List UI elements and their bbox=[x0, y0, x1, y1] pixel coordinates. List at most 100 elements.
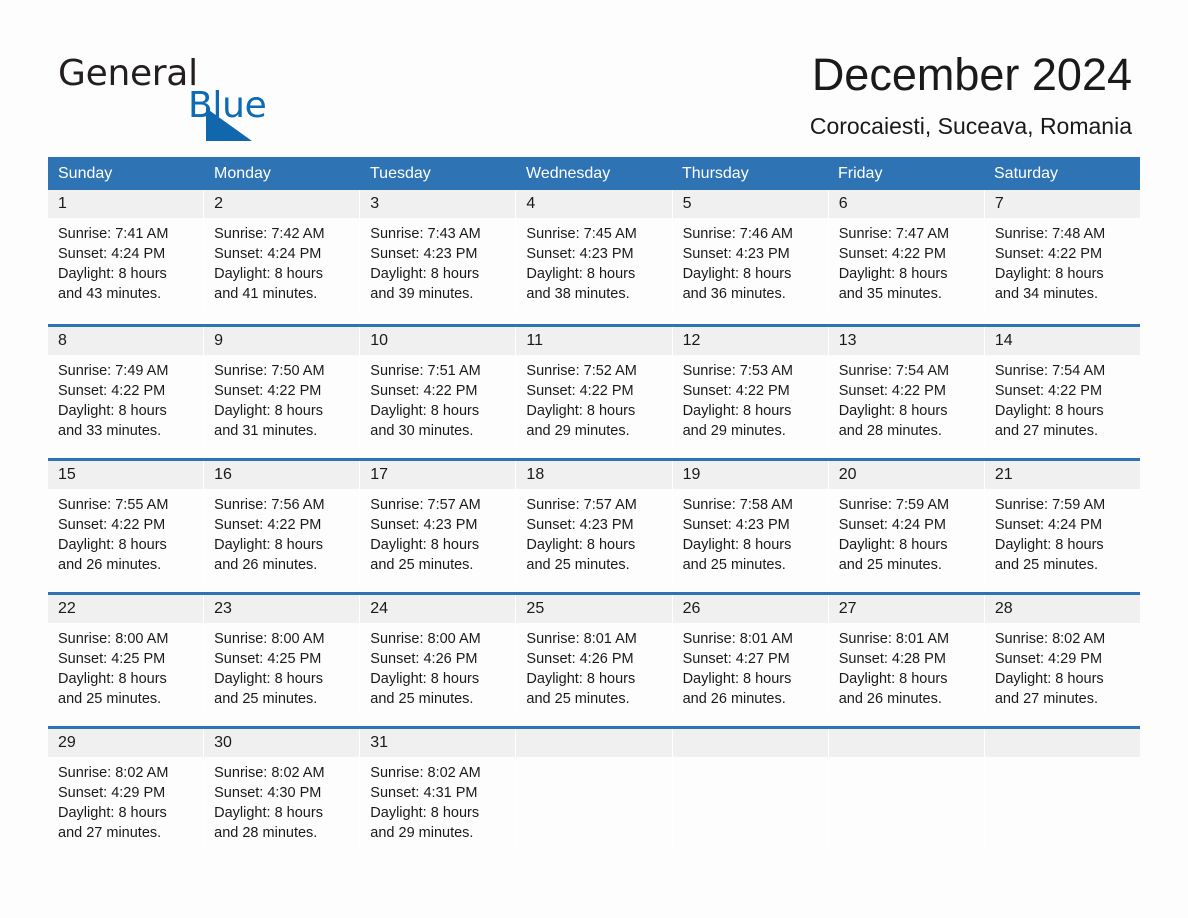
brand-name-general: General bbox=[58, 53, 198, 94]
calendar-day-cell[interactable]: 24 Sunrise: 8:00 AM Sunset: 4:26 PM Dayligh… bbox=[359, 595, 516, 718]
day-detail-sunrise: Sunrise: 7:45 AM bbox=[526, 226, 637, 242]
day-details: Sunrise: 7:47 AM Sunset: 4:22 PM Daylight:… bbox=[829, 218, 984, 304]
calendar-day-cell[interactable]: 31 Sunrise: 8:02 AM Sunset: 4:31 PM Dayligh… bbox=[359, 729, 516, 852]
day-detail-sunrise: Sunrise: 7:43 AM bbox=[370, 226, 481, 242]
day-detail-daylight-line1: Daylight: 8 hours bbox=[370, 537, 480, 553]
day-number bbox=[672, 729, 828, 757]
day-number: 20 bbox=[828, 461, 984, 489]
calendar-day-cell[interactable]: 6 Sunrise: 7:47 AM Sunset: 4:22 PM Daylight… bbox=[827, 190, 984, 316]
day-number: 25 bbox=[516, 595, 672, 623]
day-details: Sunrise: 8:02 AM Sunset: 4:30 PM Daylight:… bbox=[204, 757, 359, 843]
calendar-day-cell-empty bbox=[827, 729, 984, 852]
day-details: Sunrise: 7:56 AM Sunset: 4:22 PM Daylight:… bbox=[204, 489, 359, 575]
day-details: Sunrise: 7:55 AM Sunset: 4:22 PM Daylight:… bbox=[48, 489, 203, 575]
day-detail-daylight-line1: Daylight: 8 hours bbox=[58, 537, 167, 553]
calendar-day-cell[interactable]: 23 Sunrise: 8:00 AM Sunset: 4:25 PM Dayligh… bbox=[203, 595, 360, 718]
calendar-day-cell[interactable]: 28 Sunrise: 8:02 AM Sunset: 4:29 PM Dayligh… bbox=[983, 595, 1140, 718]
calendar-day-cell[interactable]: 19 Sunrise: 7:58 AM Sunset: 4:23 PM Dayligh… bbox=[671, 461, 828, 584]
calendar-day-cell[interactable]: 16 Sunrise: 7:56 AM Sunset: 4:22 PM Dayligh… bbox=[203, 461, 360, 584]
calendar-day-cell[interactable]: 5 Sunrise: 7:46 AM Sunset: 4:23 PM Daylight… bbox=[671, 190, 828, 316]
day-number bbox=[984, 729, 1140, 757]
calendar-day-cell[interactable]: 7 Sunrise: 7:48 AM Sunset: 4:22 PM Daylight… bbox=[983, 190, 1140, 316]
day-detail-sunrise: Sunrise: 8:02 AM bbox=[58, 765, 169, 781]
brand-logo[interactable]: General Blue bbox=[58, 52, 388, 141]
calendar-day-cell[interactable]: 21 Sunrise: 7:59 AM Sunset: 4:24 PM Dayligh… bbox=[983, 461, 1140, 584]
calendar-day-cell[interactable]: 11 Sunrise: 7:52 AM Sunset: 4:22 PM Dayligh… bbox=[515, 327, 672, 450]
day-detail-sunset: Sunset: 4:22 PM bbox=[214, 383, 322, 399]
calendar-day-cell[interactable]: 12 Sunrise: 7:53 AM Sunset: 4:22 PM Dayligh… bbox=[671, 327, 828, 450]
calendar-day-cell[interactable]: 1 Sunrise: 7:41 AM Sunset: 4:24 PM Daylight… bbox=[48, 190, 204, 316]
day-detail-sunset: Sunset: 4:23 PM bbox=[370, 517, 478, 533]
day-detail-daylight-line2: and 25 minutes. bbox=[214, 691, 318, 707]
day-details: Sunrise: 8:02 AM Sunset: 4:29 PM Daylight:… bbox=[985, 623, 1140, 709]
day-detail-sunset: Sunset: 4:26 PM bbox=[526, 651, 634, 667]
day-detail-sunrise: Sunrise: 7:42 AM bbox=[214, 226, 325, 242]
calendar-day-cell-empty bbox=[515, 729, 672, 852]
day-number: 5 bbox=[672, 190, 828, 218]
day-detail-sunrise: Sunrise: 7:56 AM bbox=[214, 497, 325, 513]
calendar-day-cell[interactable]: 27 Sunrise: 8:01 AM Sunset: 4:28 PM Dayligh… bbox=[827, 595, 984, 718]
day-detail-daylight-line1: Daylight: 8 hours bbox=[682, 671, 792, 687]
day-detail-sunset: Sunset: 4:22 PM bbox=[370, 383, 478, 399]
calendar-day-cell[interactable]: 8 Sunrise: 7:49 AM Sunset: 4:22 PM Daylight… bbox=[48, 327, 204, 450]
day-detail-sunset: Sunset: 4:23 PM bbox=[370, 246, 478, 262]
day-detail-sunset: Sunset: 4:24 PM bbox=[58, 246, 166, 262]
day-number: 19 bbox=[672, 461, 828, 489]
day-detail-sunset: Sunset: 4:22 PM bbox=[214, 517, 322, 533]
calendar-day-cell[interactable]: 13 Sunrise: 7:54 AM Sunset: 4:22 PM Dayligh… bbox=[827, 327, 984, 450]
day-details: Sunrise: 7:51 AM Sunset: 4:22 PM Daylight:… bbox=[360, 355, 515, 441]
day-number bbox=[516, 729, 672, 757]
day-number: 16 bbox=[204, 461, 360, 489]
day-detail-sunrise: Sunrise: 7:41 AM bbox=[58, 226, 169, 242]
day-detail-sunrise: Sunrise: 7:46 AM bbox=[682, 226, 793, 242]
day-details: Sunrise: 7:52 AM Sunset: 4:22 PM Daylight:… bbox=[516, 355, 671, 441]
day-detail-sunrise: Sunrise: 8:02 AM bbox=[994, 631, 1106, 647]
day-detail-sunrise: Sunrise: 8:02 AM bbox=[370, 765, 481, 781]
day-detail-sunrise: Sunrise: 8:01 AM bbox=[526, 631, 637, 647]
day-detail-daylight-line1: Daylight: 8 hours bbox=[58, 403, 167, 419]
calendar-day-cell[interactable]: 3 Sunrise: 7:43 AM Sunset: 4:23 PM Daylight… bbox=[359, 190, 516, 316]
day-detail-daylight-line1: Daylight: 8 hours bbox=[58, 805, 167, 821]
day-detail-daylight-line1: Daylight: 8 hours bbox=[994, 671, 1104, 687]
day-detail-daylight-line2: and 31 minutes. bbox=[214, 423, 318, 439]
day-detail-sunrise: Sunrise: 8:02 AM bbox=[214, 765, 325, 781]
day-detail-daylight-line1: Daylight: 8 hours bbox=[838, 403, 948, 419]
day-details: Sunrise: 7:45 AM Sunset: 4:23 PM Daylight:… bbox=[516, 218, 671, 304]
calendar-day-cell[interactable]: 29 Sunrise: 8:02 AM Sunset: 4:29 PM Dayligh… bbox=[48, 729, 204, 852]
day-detail-sunset: Sunset: 4:31 PM bbox=[370, 785, 478, 801]
day-number: 21 bbox=[984, 461, 1140, 489]
day-detail-daylight-line2: and 26 minutes. bbox=[58, 557, 162, 573]
day-detail-daylight-line2: and 27 minutes. bbox=[58, 825, 162, 841]
day-detail-sunrise: Sunrise: 7:50 AM bbox=[214, 363, 325, 379]
day-detail-daylight-line2: and 26 minutes. bbox=[682, 691, 786, 707]
calendar-day-cell[interactable]: 22 Sunrise: 8:00 AM Sunset: 4:25 PM Dayligh… bbox=[48, 595, 204, 718]
day-detail-sunrise: Sunrise: 7:57 AM bbox=[526, 497, 637, 513]
calendar-day-cell-empty bbox=[983, 729, 1140, 852]
day-details: Sunrise: 7:46 AM Sunset: 4:23 PM Daylight:… bbox=[673, 218, 828, 304]
calendar-day-cell[interactable]: 30 Sunrise: 8:02 AM Sunset: 4:30 PM Dayligh… bbox=[203, 729, 360, 852]
calendar-day-cell[interactable]: 20 Sunrise: 7:59 AM Sunset: 4:24 PM Dayligh… bbox=[827, 461, 984, 584]
calendar-day-cell[interactable]: 10 Sunrise: 7:51 AM Sunset: 4:22 PM Dayligh… bbox=[359, 327, 516, 450]
calendar-day-cell[interactable]: 2 Sunrise: 7:42 AM Sunset: 4:24 PM Daylight… bbox=[203, 190, 360, 316]
calendar-weeks: 1 Sunrise: 7:41 AM Sunset: 4:24 PM Daylight… bbox=[48, 190, 1140, 852]
calendar-week-row: 8 Sunrise: 7:49 AM Sunset: 4:22 PM Daylight… bbox=[48, 324, 1140, 450]
day-detail-daylight-line2: and 30 minutes. bbox=[370, 423, 474, 439]
calendar-day-cell[interactable]: 26 Sunrise: 8:01 AM Sunset: 4:27 PM Dayligh… bbox=[671, 595, 828, 718]
calendar-day-cell[interactable]: 18 Sunrise: 7:57 AM Sunset: 4:23 PM Dayligh… bbox=[515, 461, 672, 584]
day-detail-daylight-line2: and 43 minutes. bbox=[58, 286, 162, 302]
day-number: 4 bbox=[516, 190, 672, 218]
calendar-day-cell[interactable]: 4 Sunrise: 7:45 AM Sunset: 4:23 PM Daylight… bbox=[515, 190, 672, 316]
day-detail-daylight-line2: and 29 minutes. bbox=[526, 423, 630, 439]
calendar-day-cell[interactable]: 25 Sunrise: 8:01 AM Sunset: 4:26 PM Dayligh… bbox=[515, 595, 672, 718]
day-details: Sunrise: 8:01 AM Sunset: 4:26 PM Daylight:… bbox=[516, 623, 671, 709]
day-detail-sunset: Sunset: 4:27 PM bbox=[682, 651, 790, 667]
day-detail-daylight-line2: and 25 minutes. bbox=[370, 557, 474, 573]
day-detail-sunrise: Sunrise: 7:49 AM bbox=[58, 363, 169, 379]
day-details: Sunrise: 8:02 AM Sunset: 4:31 PM Daylight:… bbox=[360, 757, 515, 843]
calendar-day-cell[interactable]: 17 Sunrise: 7:57 AM Sunset: 4:23 PM Dayligh… bbox=[359, 461, 516, 584]
day-detail-sunset: Sunset: 4:22 PM bbox=[58, 383, 166, 399]
calendar-day-cell[interactable]: 9 Sunrise: 7:50 AM Sunset: 4:22 PM Daylight… bbox=[203, 327, 360, 450]
calendar-day-cell[interactable]: 15 Sunrise: 7:55 AM Sunset: 4:22 PM Dayligh… bbox=[48, 461, 204, 584]
calendar-day-cell[interactable]: 14 Sunrise: 7:54 AM Sunset: 4:22 PM Dayligh… bbox=[983, 327, 1140, 450]
day-details: Sunrise: 7:48 AM Sunset: 4:22 PM Daylight:… bbox=[985, 218, 1140, 304]
